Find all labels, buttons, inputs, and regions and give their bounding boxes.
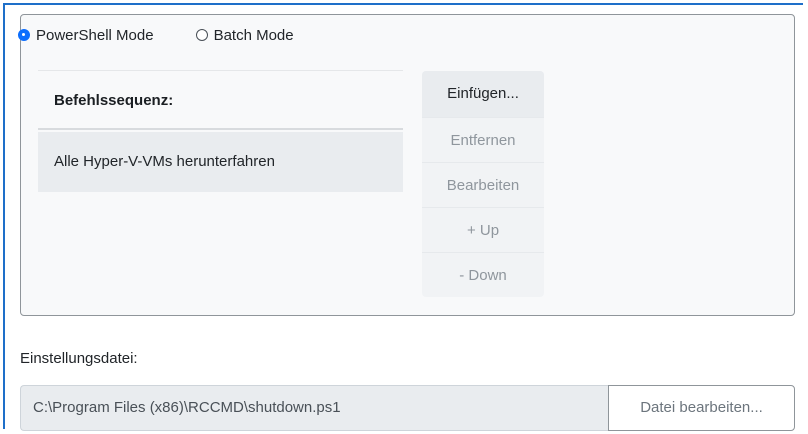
- settings-file-path-field[interactable]: C:\Program Files (x86)\RCCMD\shutdown.ps…: [20, 385, 608, 431]
- mode-selector: PowerShell Mode Batch Mode: [18, 24, 294, 46]
- mode-divider: [38, 70, 403, 71]
- powershell-mode-label: PowerShell Mode: [36, 26, 154, 44]
- edit-button[interactable]: Bearbeiten: [422, 162, 544, 207]
- move-up-button[interactable]: + Up: [422, 207, 544, 252]
- sequence-header: Befehlssequenz:: [38, 78, 403, 130]
- insert-button[interactable]: Einfügen...: [422, 71, 544, 117]
- powershell-mode-radio[interactable]: [18, 29, 30, 41]
- move-down-button[interactable]: - Down: [422, 252, 544, 297]
- edit-file-button[interactable]: Datei bearbeiten...: [608, 385, 795, 431]
- batch-mode-label: Batch Mode: [213, 26, 294, 44]
- powershell-mode-option[interactable]: PowerShell Mode: [18, 27, 154, 44]
- remove-button[interactable]: Entfernen: [422, 117, 544, 162]
- sequence-list: Alle Hyper-V-VMs herunterfahren: [38, 132, 403, 292]
- batch-mode-option[interactable]: Batch Mode: [195, 26, 294, 44]
- batch-mode-radio[interactable]: [195, 29, 208, 41]
- sequence-item[interactable]: Alle Hyper-V-VMs herunterfahren: [38, 132, 403, 192]
- sequence-button-group: Einfügen... Entfernen Bearbeiten + Up - …: [422, 71, 544, 297]
- settings-file-label: Einstellungsdatei:: [20, 350, 138, 367]
- settings-file-group: C:\Program Files (x86)\RCCMD\shutdown.ps…: [20, 385, 795, 431]
